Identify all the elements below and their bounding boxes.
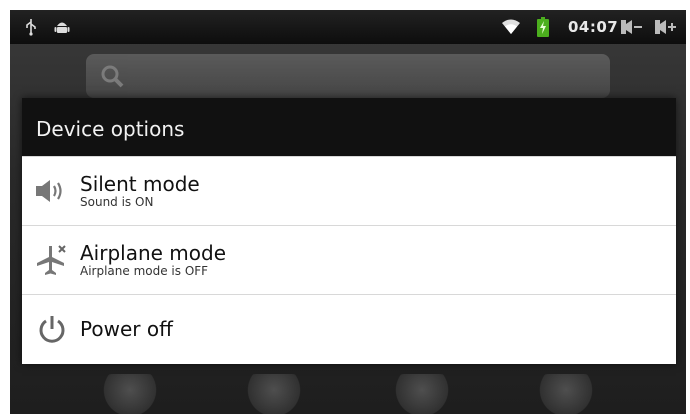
dock-app-icon [538, 374, 594, 414]
speaker-icon [34, 173, 70, 209]
silent-mode-status: Sound is ON [80, 195, 154, 209]
status-bar: 04:07 [10, 10, 686, 44]
device-options-dialog: Device options Silent mode Sound is ON A… [22, 98, 676, 364]
battery-charging-icon [536, 17, 550, 37]
dock-app-icon [394, 374, 450, 414]
power-off-option[interactable]: Power off [22, 294, 676, 363]
airplane-mode-label: Airplane mode [80, 241, 227, 265]
power-icon [34, 311, 70, 347]
airplane-mode-status: Airplane mode is OFF [80, 264, 209, 278]
silent-mode-option[interactable]: Silent mode Sound is ON [22, 156, 676, 225]
volume-up-icon[interactable] [654, 17, 678, 37]
volume-down-icon[interactable] [620, 17, 644, 37]
android-debug-icon [52, 17, 72, 37]
background-dock [10, 366, 686, 414]
power-off-label: Power off [80, 317, 173, 341]
clock: 04:07 [568, 18, 619, 36]
search-icon [100, 64, 124, 92]
airplane-mode-option[interactable]: Airplane mode Airplane mode is OFF [22, 225, 676, 294]
background-search-bar [86, 54, 610, 98]
dock-app-icon [102, 374, 158, 414]
silent-mode-label: Silent mode [80, 172, 200, 196]
device-screen: 04:07 Device options Silent mode Sound i… [10, 10, 686, 414]
wifi-icon [500, 17, 522, 37]
airplane-icon [34, 242, 70, 278]
usb-icon [22, 17, 40, 37]
dialog-title: Device options [22, 98, 676, 156]
dock-app-icon [246, 374, 302, 414]
